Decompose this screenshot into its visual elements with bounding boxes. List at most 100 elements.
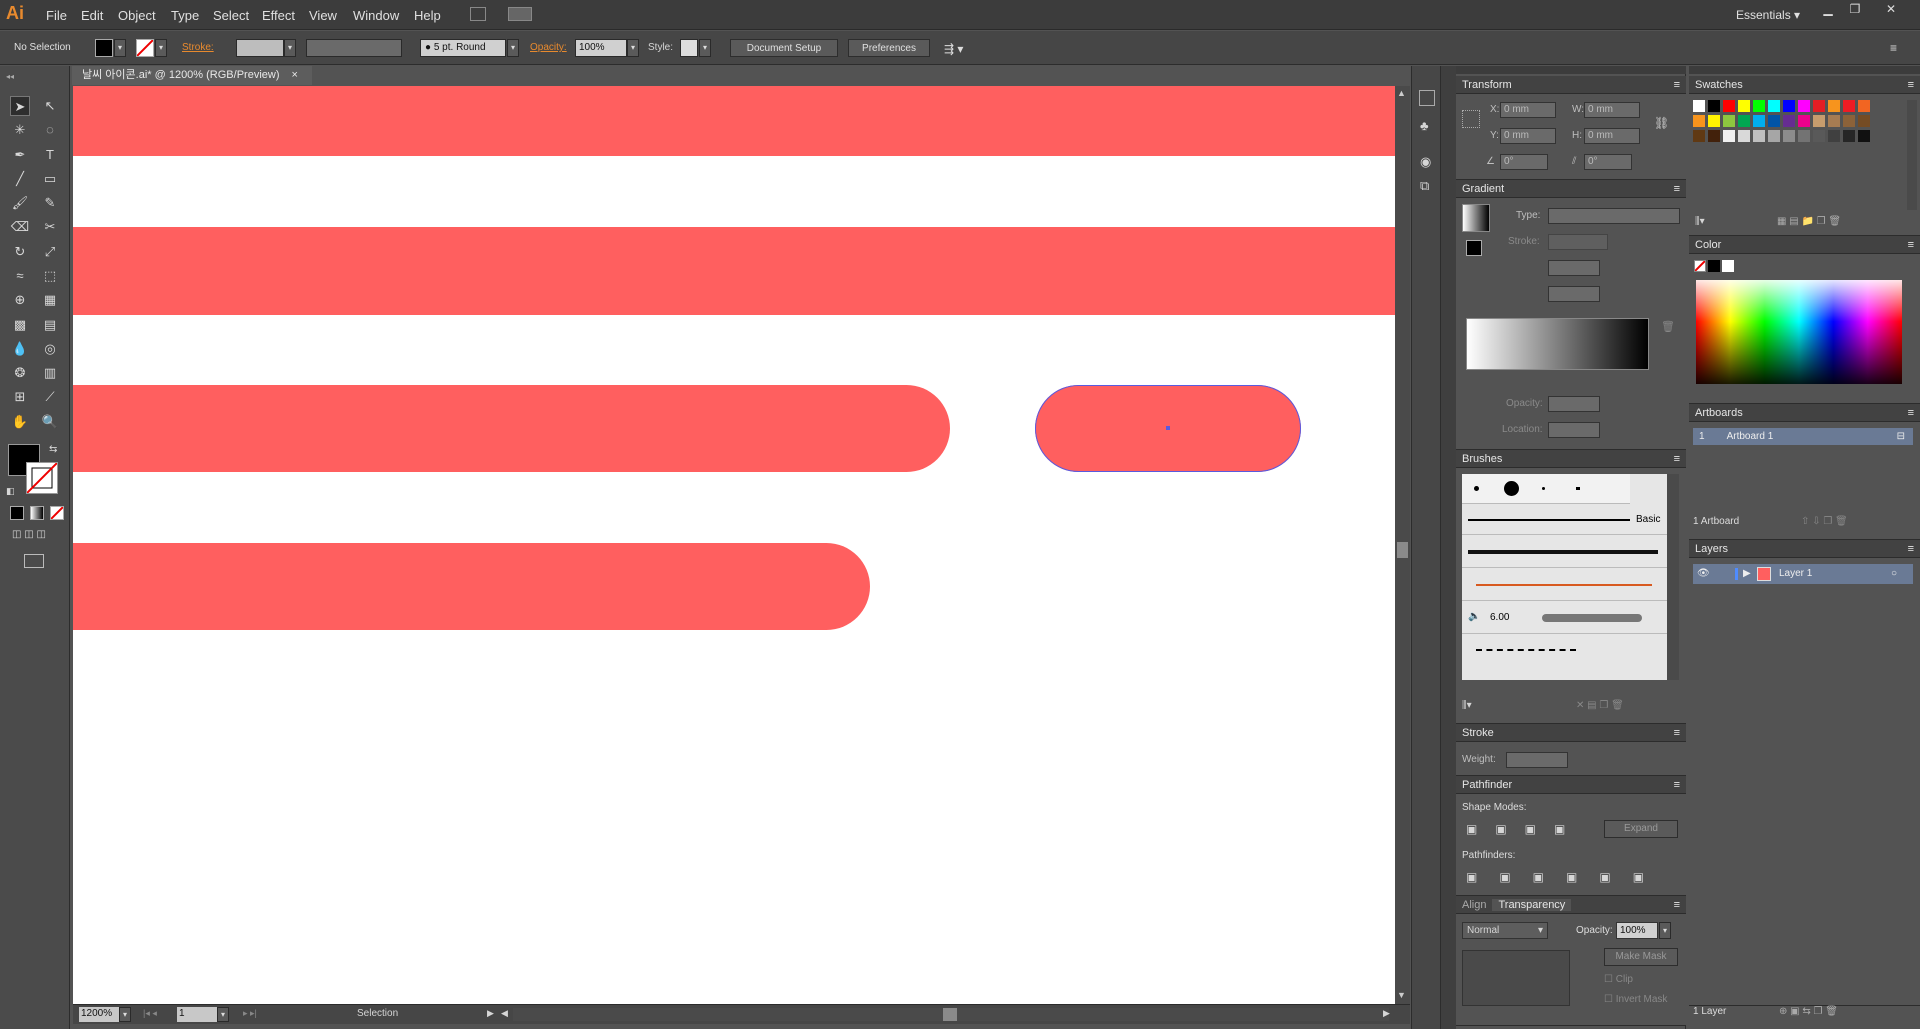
gradient-fill-icon[interactable] [1466, 240, 1482, 256]
swatch-actions-icon[interactable]: ▦ ▤ 📁 ❐ 🗑 [1777, 216, 1841, 227]
brush-list[interactable]: Basic 🔈 6.00 [1462, 474, 1667, 680]
opacity-field[interactable]: 100% [575, 39, 627, 57]
swatch[interactable] [1738, 130, 1750, 142]
swatch[interactable] [1798, 130, 1810, 142]
magic-wand-tool-icon[interactable]: ✳ [10, 120, 30, 140]
appearance-icon[interactable]: ◉ [1420, 154, 1431, 170]
stroke-label[interactable]: Stroke: [182, 39, 214, 57]
brush-dot-tiny[interactable] [1542, 487, 1545, 490]
scroll-up-icon[interactable]: ▲ [1397, 88, 1406, 98]
gradient-panel-header[interactable]: Gradient ≡ [1456, 180, 1686, 198]
eyedropper-tool-icon[interactable]: 💧 [10, 339, 30, 359]
calligraphic-brushes-row[interactable] [1462, 474, 1630, 504]
opacity-dropdown[interactable]: ▾ [627, 39, 639, 57]
brush-actions-icon[interactable]: ✕ ▤ ❐ 🗑 [1576, 700, 1624, 711]
lasso-tool-icon[interactable]: ◌ [40, 120, 60, 140]
screen-mode-icon[interactable] [24, 554, 44, 568]
graph-tool-icon[interactable]: ▥ [40, 363, 60, 383]
artboards-panel-header[interactable]: Artboards ≡ [1689, 404, 1920, 422]
menu-edit[interactable]: Edit [81, 8, 103, 23]
horizontal-scrollbar[interactable] [513, 1008, 1389, 1021]
swatch[interactable] [1708, 115, 1720, 127]
zoom-field[interactable]: 1200% [79, 1007, 119, 1022]
artboard-actions-icon[interactable]: ⇧ ⇩ ❐ 🗑 [1801, 516, 1848, 527]
arrange-icon[interactable]: ⇶ ▾ [944, 42, 963, 56]
swatch[interactable] [1693, 115, 1705, 127]
minimize-icon[interactable]: ▁ [1817, 2, 1839, 20]
brush-dot-small[interactable] [1474, 486, 1479, 491]
brush-dot-large[interactable] [1504, 481, 1519, 496]
y-field[interactable]: 0 mm [1500, 128, 1556, 144]
panel-menu-icon[interactable]: ≡ [1908, 404, 1914, 422]
brush-pattern[interactable] [1462, 635, 1667, 667]
color-panel-header[interactable]: Color ≡ [1689, 236, 1920, 254]
brush-bristle[interactable]: 🔈 6.00 [1462, 602, 1667, 634]
red-bar-2[interactable] [73, 227, 1395, 315]
scroll-down-icon[interactable]: ▼ [1397, 990, 1406, 1000]
selection-tool-icon[interactable]: ➤ [10, 96, 30, 116]
arrange-documents-icon[interactable] [508, 7, 532, 21]
invert-mask-checkbox[interactable]: ☐ Invert Mask [1604, 994, 1667, 1005]
swatch[interactable] [1828, 100, 1840, 112]
make-mask-button[interactable]: Make Mask [1604, 948, 1678, 966]
red-bar-1[interactable] [73, 86, 1395, 156]
constrain-proportions-icon[interactable]: ⛓ [1654, 116, 1669, 130]
panel-menu-icon[interactable]: ≡ [1908, 76, 1914, 94]
artboard-row[interactable]: 1 Artboard 1 ⊟ [1693, 428, 1913, 445]
swatch[interactable] [1738, 115, 1750, 127]
swatch[interactable] [1753, 115, 1765, 127]
rotate-tool-icon[interactable]: ↻ [10, 242, 30, 262]
w-field[interactable]: 0 mm [1584, 102, 1640, 118]
document-setup-button[interactable]: Document Setup [730, 39, 838, 57]
document-tab[interactable]: 날씨 아이콘.ai* @ 1200% (RGB/Preview) × [72, 66, 312, 85]
stroke-weight-dropdown[interactable]: ▾ [284, 39, 296, 57]
slice-tool-icon[interactable]: ⟋ [40, 387, 60, 407]
gradient-slider[interactable] [1466, 318, 1649, 370]
swatch[interactable] [1783, 115, 1795, 127]
brush-arrow[interactable] [1462, 569, 1667, 601]
style-dropdown[interactable]: ▾ [699, 39, 711, 57]
layer-actions-icon[interactable]: ⊕ ▣ ⇆ ❐ 🗑 [1779, 1006, 1838, 1017]
menu-view[interactable]: View [309, 8, 337, 23]
layers-panel-header[interactable]: Layers ≡ [1689, 540, 1920, 558]
swatch[interactable] [1813, 130, 1825, 142]
pathfinder-buttons[interactable]: ▣▣▣▣▣▣ [1466, 870, 1666, 884]
free-transform-tool-icon[interactable]: ⬚ [40, 266, 60, 286]
gradient-location-field[interactable] [1548, 422, 1600, 438]
gradient-aspect-field[interactable] [1548, 286, 1600, 302]
symbol-sprayer-tool-icon[interactable]: ❂ [10, 363, 30, 383]
bridge-icon[interactable] [470, 7, 486, 21]
swatch[interactable] [1828, 130, 1840, 142]
red-bar-3[interactable] [73, 385, 950, 472]
fill-dropdown[interactable]: ▾ [114, 39, 126, 57]
graphic-style-swatch[interactable] [680, 39, 698, 57]
swatch[interactable] [1753, 130, 1765, 142]
clip-checkbox[interactable]: ☐ Clip [1604, 974, 1633, 985]
swatch[interactable] [1813, 115, 1825, 127]
close-tab-icon[interactable]: × [291, 69, 297, 81]
symbols-icon[interactable]: ♣ [1420, 118, 1429, 133]
horizontal-scroll-thumb[interactable] [943, 1008, 957, 1021]
weight-field[interactable] [1506, 752, 1568, 768]
variable-width-profile[interactable] [306, 39, 402, 57]
graphic-styles-icon[interactable]: ⧉ [1420, 178, 1429, 194]
swatches-panel-header[interactable]: Swatches ≡ [1689, 76, 1920, 94]
brush-list-scrollbar[interactable] [1667, 474, 1679, 680]
swatch[interactable] [1708, 130, 1720, 142]
none-color-icon[interactable] [1694, 260, 1706, 272]
gradient-preview[interactable] [1462, 204, 1490, 232]
control-menu-icon[interactable]: ≡ [1890, 41, 1897, 55]
artboard-number-field[interactable]: 1 [177, 1007, 217, 1022]
swatch[interactable] [1843, 130, 1855, 142]
gradient-angle-field[interactable] [1548, 260, 1600, 276]
swatch[interactable] [1843, 115, 1855, 127]
preferences-button[interactable]: Preferences [848, 39, 930, 57]
color-spectrum[interactable] [1696, 280, 1902, 384]
brush-basic[interactable]: Basic [1462, 505, 1667, 535]
line-tool-icon[interactable]: ╱ [10, 169, 30, 189]
artboard-canvas[interactable] [73, 86, 1395, 1004]
black-color-icon[interactable] [1708, 260, 1720, 272]
shape-mode-buttons[interactable]: ▣▣▣▣ [1466, 822, 1583, 836]
stroke-swatch[interactable] [136, 39, 154, 57]
scale-tool-icon[interactable]: ⤢ [40, 242, 60, 262]
